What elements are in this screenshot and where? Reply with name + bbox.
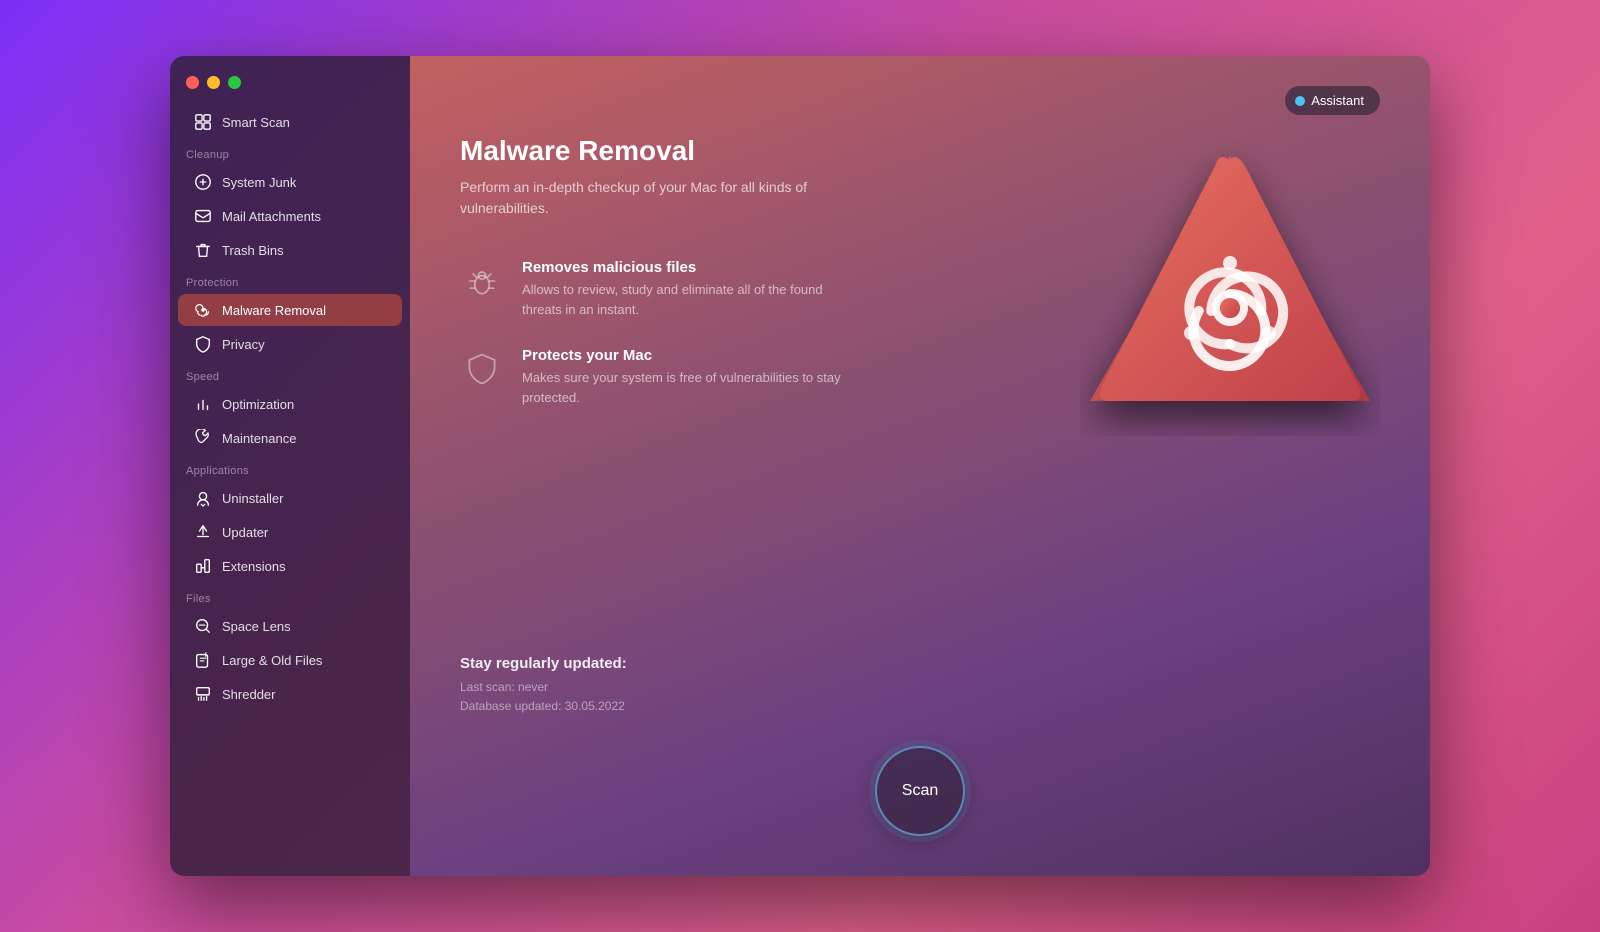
updater-icon <box>194 523 212 541</box>
sidebar-item-label: Trash Bins <box>222 243 284 258</box>
scan-button-wrap: Scan <box>460 746 1380 836</box>
sidebar-item-label: Extensions <box>222 559 286 574</box>
feature-title: Removes malicious files <box>522 259 842 276</box>
sidebar-item-mail-attachments[interactable]: Mail Attachments <box>178 200 402 232</box>
mail-icon <box>194 207 212 225</box>
assistant-status-dot <box>1295 96 1305 106</box>
sidebar-item-label: Smart Scan <box>222 115 290 130</box>
assistant-label: Assistant <box>1311 93 1364 108</box>
uninstaller-icon <box>194 489 212 507</box>
sidebar-item-label: Shredder <box>222 687 275 702</box>
sidebar-item-label: Privacy <box>222 337 265 352</box>
window-controls <box>170 72 410 105</box>
assistant-button[interactable]: Assistant <box>1285 86 1380 115</box>
sidebar-item-maintenance[interactable]: Maintenance <box>178 422 402 454</box>
update-info: Stay regularly updated: Last scan: never… <box>460 655 1380 716</box>
sidebar-item-label: System Junk <box>222 175 296 190</box>
sidebar-item-system-junk[interactable]: System Junk <box>178 166 402 198</box>
sidebar-item-extensions[interactable]: Extensions <box>178 550 402 582</box>
last-scan-text: Last scan: never <box>460 678 1380 697</box>
sidebar-item-label: Malware Removal <box>222 303 326 318</box>
sidebar: Smart Scan Cleanup System Junk Mail Atta… <box>170 56 410 876</box>
header-bar: Assistant <box>460 86 1380 115</box>
minimize-button[interactable] <box>207 76 220 89</box>
sidebar-item-uninstaller[interactable]: Uninstaller <box>178 482 402 514</box>
maintenance-icon <box>194 429 212 447</box>
section-label-applications: Applications <box>170 455 410 481</box>
sidebar-item-label: Mail Attachments <box>222 209 321 224</box>
sidebar-item-optimization[interactable]: Optimization <box>178 388 402 420</box>
feature-text-malicious-files: Removes malicious files Allows to review… <box>522 259 842 319</box>
section-label-protection: Protection <box>170 267 410 293</box>
optimization-icon <box>194 395 212 413</box>
section-label-speed: Speed <box>170 361 410 387</box>
sidebar-item-space-lens[interactable]: Space Lens <box>178 610 402 642</box>
sidebar-item-large-old-files[interactable]: Large & Old Files <box>178 644 402 676</box>
sidebar-item-label: Large & Old Files <box>222 653 322 668</box>
privacy-icon <box>194 335 212 353</box>
space-lens-icon <box>194 617 212 635</box>
update-heading: Stay regularly updated: <box>460 655 1380 672</box>
sidebar-item-updater[interactable]: Updater <box>178 516 402 548</box>
system-junk-icon <box>194 173 212 191</box>
section-label-files: Files <box>170 583 410 609</box>
large-files-icon <box>194 651 212 669</box>
sidebar-item-label: Space Lens <box>222 619 291 634</box>
sidebar-item-label: Optimization <box>222 397 294 412</box>
shield-icon <box>460 347 504 391</box>
sidebar-item-malware-removal[interactable]: Malware Removal <box>178 294 402 326</box>
sidebar-item-label: Maintenance <box>222 431 296 446</box>
sidebar-item-shredder[interactable]: Shredder <box>178 678 402 710</box>
db-updated-text: Database updated: 30.05.2022 <box>460 697 1380 716</box>
feature-description: Allows to review, study and eliminate al… <box>522 280 842 319</box>
biohazard-icon <box>194 301 212 319</box>
app-window: Smart Scan Cleanup System Junk Mail Atta… <box>170 56 1430 876</box>
trash-icon <box>194 241 212 259</box>
sidebar-item-privacy[interactable]: Privacy <box>178 328 402 360</box>
page-subtitle: Perform an in-depth checkup of your Mac … <box>460 177 840 219</box>
feature-text-protects-mac: Protects your Mac Makes sure your system… <box>522 347 842 407</box>
biohazard-illustration <box>1080 136 1380 436</box>
sidebar-item-trash-bins[interactable]: Trash Bins <box>178 234 402 266</box>
main-content: Assistant <box>410 56 1430 876</box>
scan-button[interactable]: Scan <box>875 746 965 836</box>
extensions-icon <box>194 557 212 575</box>
bug-icon <box>460 259 504 303</box>
shredder-icon <box>194 685 212 703</box>
smart-scan-icon <box>194 113 212 131</box>
maximize-button[interactable] <box>228 76 241 89</box>
feature-title: Protects your Mac <box>522 347 842 364</box>
sidebar-item-smart-scan[interactable]: Smart Scan <box>178 106 402 138</box>
sidebar-item-label: Uninstaller <box>222 491 283 506</box>
sidebar-item-label: Updater <box>222 525 268 540</box>
section-label-cleanup: Cleanup <box>170 139 410 165</box>
feature-description: Makes sure your system is free of vulner… <box>522 368 842 407</box>
close-button[interactable] <box>186 76 199 89</box>
